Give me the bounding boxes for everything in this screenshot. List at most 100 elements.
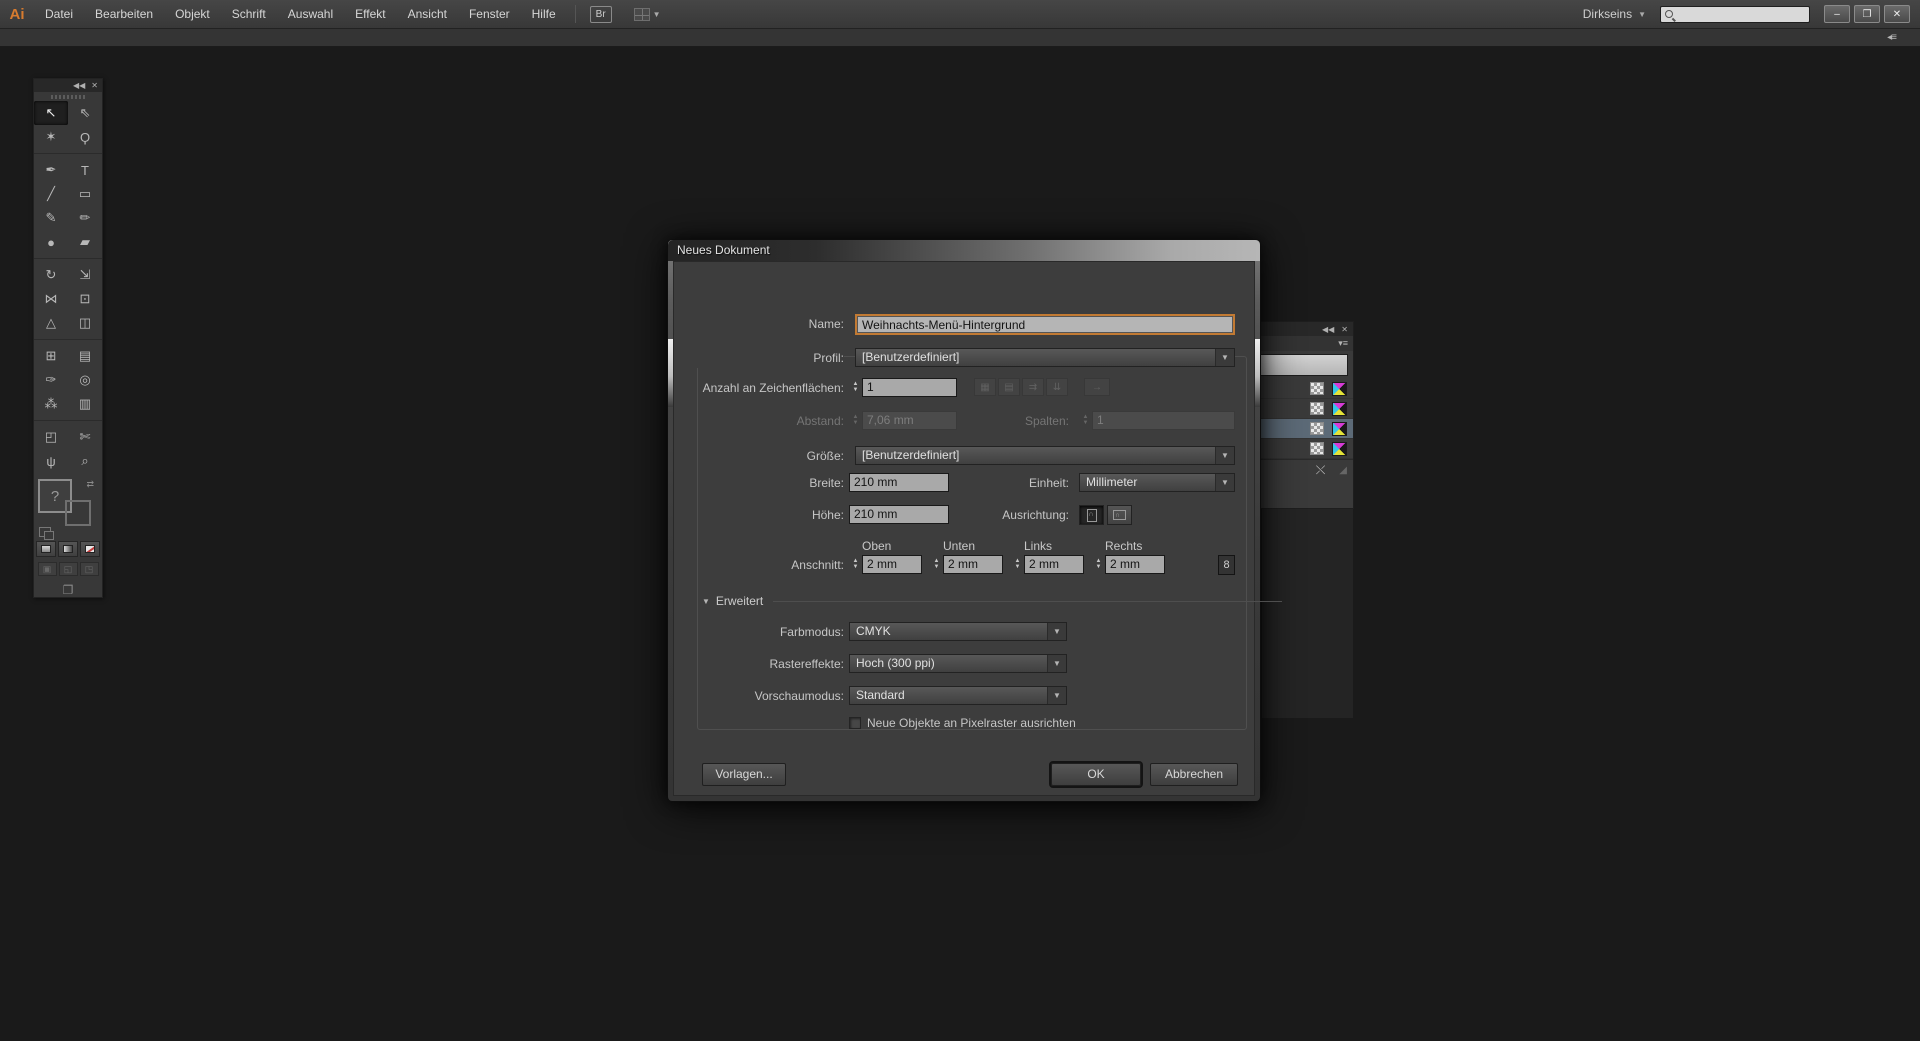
screen-mode-button[interactable]: ❐: [34, 583, 102, 597]
colormode-dropdown[interactable]: CMYK ▼: [849, 622, 1067, 641]
bleed-left-stepper[interactable]: ▲▼: [1011, 555, 1024, 574]
menu-datei[interactable]: Datei: [34, 0, 84, 29]
cancel-button[interactable]: Abbrechen: [1150, 763, 1238, 786]
type-tool-icon: T: [81, 163, 89, 178]
panel-drag-grip[interactable]: [34, 92, 102, 101]
menu-hilfe[interactable]: Hilfe: [521, 0, 567, 29]
bleed-top-stepper[interactable]: ▲▼: [849, 555, 862, 574]
free-transform-tool[interactable]: ⊡: [68, 287, 102, 311]
close-button[interactable]: ✕: [1884, 5, 1910, 23]
profile-dropdown[interactable]: [Benutzerdefiniert] ▼: [855, 348, 1235, 367]
panel-resize-grip[interactable]: ◢: [1339, 465, 1347, 476]
perspective-grid-tool[interactable]: △: [34, 311, 68, 335]
menu-objekt[interactable]: Objekt: [164, 0, 221, 29]
bleed-right-field[interactable]: 2 mm: [1105, 555, 1165, 574]
panel-collapse-icon[interactable]: ◀◀: [73, 81, 85, 90]
blend-tool[interactable]: ◎: [68, 368, 102, 392]
pen-tool[interactable]: ✒: [34, 158, 68, 182]
color-button[interactable]: [36, 541, 56, 557]
bleed-left-field[interactable]: 2 mm: [1024, 555, 1084, 574]
gradient-button[interactable]: [58, 541, 78, 557]
bleed-left-group: ▲▼ 2 mm: [1011, 555, 1084, 574]
height-input[interactable]: 210 mm: [849, 505, 949, 524]
workspace-switcher[interactable]: Dirkseins ▼: [1583, 7, 1646, 21]
swap-fill-stroke-icon[interactable]: ⇄: [86, 479, 94, 490]
bleed-bottom-stepper[interactable]: ▲▼: [930, 555, 943, 574]
arrange-documents-button[interactable]: ▼: [634, 8, 661, 21]
column-graph-tool[interactable]: ▥: [68, 392, 102, 416]
panel-collapse-icon[interactable]: ◀◀: [1322, 325, 1334, 334]
menu-schrift[interactable]: Schrift: [221, 0, 277, 29]
search-input[interactable]: [1660, 6, 1810, 23]
ok-button[interactable]: OK: [1051, 763, 1141, 786]
menu-ansicht[interactable]: Ansicht: [397, 0, 458, 29]
orientation-portrait-button[interactable]: [1079, 505, 1104, 525]
raster-effects-dropdown[interactable]: Hoch (300 ppi) ▼: [849, 654, 1067, 673]
advanced-section-header[interactable]: ▼ Erweitert: [702, 591, 1282, 611]
mesh-tool[interactable]: ⊞: [34, 344, 68, 368]
panel-close-icon[interactable]: ✕: [91, 81, 98, 90]
menu-effekt[interactable]: Effekt: [344, 0, 396, 29]
preview-mode-value: Standard: [850, 687, 1047, 704]
width-input[interactable]: 210 mm: [849, 473, 949, 492]
bleed-top-field[interactable]: 2 mm: [862, 555, 922, 574]
name-input[interactable]: [857, 316, 1233, 333]
minimize-button[interactable]: –: [1824, 5, 1850, 23]
panel-close-icon[interactable]: ✕: [1341, 325, 1348, 334]
arrange-documents-icon: [634, 8, 650, 21]
zoom-tool[interactable]: ⌕: [68, 449, 102, 473]
symbol-sprayer-tool[interactable]: ⁂: [34, 392, 68, 416]
line-segment-tool[interactable]: ╱: [34, 182, 68, 206]
selection-tool[interactable]: ↖: [34, 101, 68, 125]
rectangle-tool[interactable]: ▭: [68, 182, 102, 206]
default-fill-stroke-icon[interactable]: [39, 527, 51, 537]
pencil-tool[interactable]: ✏: [68, 206, 102, 230]
eyedropper-tool[interactable]: ✑: [34, 368, 68, 392]
stroke-swatch[interactable]: [65, 500, 91, 526]
blob-brush-tool[interactable]: ●: [34, 230, 68, 254]
artboards-value-field[interactable]: 1: [862, 378, 957, 397]
scale-tool[interactable]: ⇲: [68, 263, 102, 287]
rotate-tool[interactable]: ↻: [34, 263, 68, 287]
menu-fenster[interactable]: Fenster: [458, 0, 521, 29]
width-tool[interactable]: ⋈: [34, 287, 68, 311]
menu-auswahl[interactable]: Auswahl: [277, 0, 344, 29]
draw-inside-button[interactable]: ◳: [80, 562, 99, 576]
draw-normal-button[interactable]: ▣: [38, 562, 57, 576]
unit-dropdown[interactable]: Millimeter ▼: [1079, 473, 1235, 492]
panel-menu-icon[interactable]: ▾≡: [1338, 338, 1348, 349]
link-bleed-values-button[interactable]: 8: [1218, 555, 1235, 575]
hand-tool[interactable]: ψ: [34, 449, 68, 473]
restore-button[interactable]: ❐: [1854, 5, 1880, 23]
go-to-bridge-button[interactable]: Br: [590, 6, 612, 23]
shape-builder-tool[interactable]: ◫: [68, 311, 102, 335]
rotate-tool-icon: ↻: [46, 267, 57, 283]
width-label: Breite:: [674, 473, 844, 493]
bleed-right-stepper[interactable]: ▲▼: [1092, 555, 1105, 574]
draw-behind-button[interactable]: ◱: [59, 562, 78, 576]
magic-wand-tool[interactable]: ✶: [34, 125, 68, 149]
panel-action-icon[interactable]: ⤬: [1316, 463, 1326, 478]
dialog-title-bar[interactable]: Neues Dokument: [668, 240, 1260, 261]
size-value: [Benutzerdefiniert]: [856, 447, 1215, 464]
type-tool[interactable]: T: [68, 158, 102, 182]
none-button[interactable]: [80, 541, 100, 557]
orientation-landscape-button[interactable]: [1107, 505, 1132, 525]
templates-button[interactable]: Vorlagen...: [702, 763, 786, 786]
paintbrush-tool[interactable]: ✎: [34, 206, 68, 230]
artboard-tool[interactable]: ◰: [34, 425, 68, 449]
lasso-tool[interactable]: Ϙ: [68, 125, 102, 149]
bleed-bottom-field[interactable]: 2 mm: [943, 555, 1003, 574]
pixel-grid-checkbox[interactable]: [849, 717, 861, 729]
gradient-tool[interactable]: ▤: [68, 344, 102, 368]
size-dropdown[interactable]: [Benutzerdefiniert] ▼: [855, 446, 1235, 465]
collapse-panels-icon[interactable]: ◂≡: [1887, 32, 1896, 43]
preview-mode-dropdown[interactable]: Standard ▼: [849, 686, 1067, 705]
direct-selection-tool[interactable]: ⇖: [68, 101, 102, 125]
cmyk-color-icon: [1332, 402, 1347, 416]
slice-tool[interactable]: ✄: [68, 425, 102, 449]
change-to-rtl-button: →: [1084, 378, 1110, 396]
eraser-tool[interactable]: ▰: [68, 230, 102, 254]
menu-bearbeiten[interactable]: Bearbeiten: [84, 0, 164, 29]
artboards-stepper[interactable]: ▲▼: [849, 378, 862, 397]
